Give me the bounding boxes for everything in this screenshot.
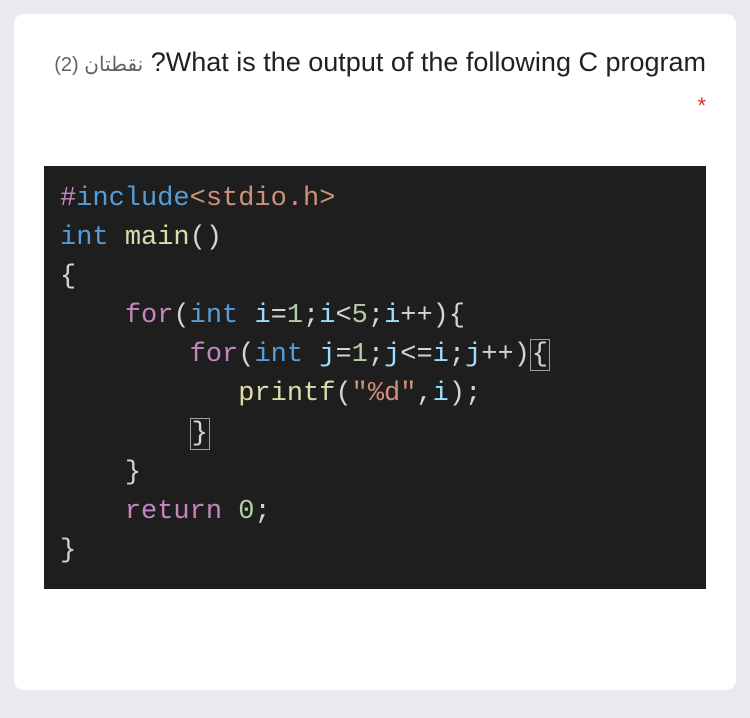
code-token: i (319, 301, 335, 331)
code-token: i (433, 340, 449, 370)
code-token: return (125, 497, 222, 527)
code-token: printf (238, 379, 335, 409)
question-card: What is the output of the following C pr… (14, 14, 736, 690)
code-token: = (271, 301, 287, 331)
code-token: ; (368, 301, 384, 331)
code-token: { (530, 339, 550, 371)
code-token: stdio.h (206, 184, 319, 214)
code-token: j (319, 340, 335, 370)
code-token: } (125, 458, 141, 488)
code-token: ) (449, 379, 465, 409)
code-token: # (60, 184, 76, 214)
code-block: #include<stdio.h> int main() { for(int i… (44, 166, 706, 589)
code-token: 1 (287, 301, 303, 331)
code-token: { (60, 262, 76, 292)
code-token: } (190, 418, 210, 450)
code-token: j (465, 340, 481, 370)
code-token: ; (449, 340, 465, 370)
code-token: for (190, 340, 239, 370)
code-token: > (319, 184, 335, 214)
code-token: ; (303, 301, 319, 331)
code-token: 5 (352, 301, 368, 331)
code-token: ; (465, 379, 481, 409)
code-token: , (416, 379, 432, 409)
code-token: for (125, 301, 174, 331)
code-token: ( (173, 301, 189, 331)
code-token: include (76, 184, 189, 214)
code-token: 0 (238, 497, 254, 527)
code-token: = (335, 340, 351, 370)
code-token: ++ (400, 301, 432, 331)
code-token: int (60, 223, 109, 253)
code-token: ; (368, 340, 384, 370)
code-token: j (384, 340, 400, 370)
code-token: < (335, 301, 351, 331)
code-token: ) (433, 301, 449, 331)
code-token: int (190, 301, 239, 331)
code-token: } (60, 536, 76, 566)
code-token: ( (335, 379, 351, 409)
code-token: int (254, 340, 303, 370)
code-token: <= (400, 340, 432, 370)
code-token: ( (238, 340, 254, 370)
question-main: What is the output of the following C pr… (151, 47, 706, 77)
required-asterisk: * (697, 93, 706, 118)
code-token: { (449, 301, 465, 331)
code-token: main (125, 223, 190, 253)
code-token: < (190, 184, 206, 214)
code-token: () (190, 223, 222, 253)
code-token: i (433, 379, 449, 409)
code-token: ++ (481, 340, 513, 370)
code-token: 1 (352, 340, 368, 370)
points-label: نقطتان (2) (54, 54, 143, 76)
code-token: "%d" (352, 379, 417, 409)
code-token: i (254, 301, 270, 331)
code-token: i (384, 301, 400, 331)
code-token: ) (514, 340, 530, 370)
question-text: What is the output of the following C pr… (44, 42, 706, 126)
code-token: ; (254, 497, 270, 527)
